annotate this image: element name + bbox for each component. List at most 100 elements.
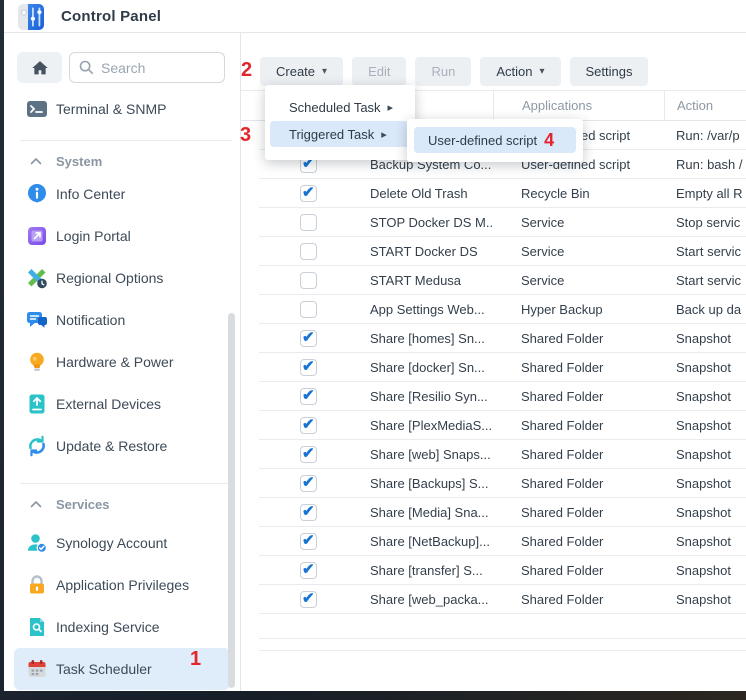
task-action: Snapshot xyxy=(664,505,746,520)
submenu-arrow-icon xyxy=(388,101,394,114)
sidebar-item-external-devices[interactable]: External Devices xyxy=(14,383,230,425)
row-checkbox[interactable] xyxy=(300,214,317,231)
table-row[interactable]: Share [PlexMediaS... Shared Folder Snaps… xyxy=(241,411,746,440)
sidebar: Terminal & SNMP System Info Center xyxy=(4,33,241,691)
menu-item-label: Scheduled Task xyxy=(289,100,381,115)
sidebar-item-notification[interactable]: Notification xyxy=(14,299,230,341)
section-header-services[interactable]: Services xyxy=(4,492,240,516)
sidebar-item-regional-options[interactable]: Regional Options xyxy=(14,257,230,299)
sidebar-item-application-privileges[interactable]: Application Privileges xyxy=(14,564,230,606)
table-row[interactable]: Share [Media] Sna... Shared Folder Snaps… xyxy=(241,498,746,527)
table-row[interactable]: Share [web] Snaps... Shared Folder Snaps… xyxy=(241,440,746,469)
task-application: Shared Folder xyxy=(493,563,664,578)
section-header-system[interactable]: System xyxy=(4,149,240,173)
window-title: Control Panel xyxy=(61,8,161,25)
sidebar-item-label: Terminal & SNMP xyxy=(56,101,166,117)
table-row[interactable]: Share [web_packa... Shared Folder Snapsh… xyxy=(241,585,746,614)
table-row[interactable]: App Settings Web... Hyper Backup Back up… xyxy=(241,295,746,324)
task-action: Back up da xyxy=(664,302,746,317)
column-header-action[interactable]: Action xyxy=(664,91,746,120)
task-name: Share [Backups] S... xyxy=(370,476,493,491)
sidebar-item-hardware-power[interactable]: Hardware & Power xyxy=(14,341,230,383)
sidebar-item-terminal-snmp[interactable]: Terminal & SNMP xyxy=(4,94,240,124)
table-row[interactable]: Share [Resilio Syn... Shared Folder Snap… xyxy=(241,382,746,411)
titlebar: Control Panel xyxy=(4,0,746,33)
action-button[interactable]: Action xyxy=(480,57,560,86)
row-checkbox[interactable] xyxy=(300,562,317,579)
row-checkbox[interactable] xyxy=(300,533,317,550)
padlock-icon xyxy=(26,574,48,596)
task-application: Hyper Backup xyxy=(493,302,664,317)
desktop-background: Control Panel xyxy=(0,0,746,700)
task-application: Shared Folder xyxy=(493,447,664,462)
task-application: Shared Folder xyxy=(493,331,664,346)
sidebar-divider xyxy=(20,140,232,141)
task-name: Share [PlexMediaS... xyxy=(370,418,493,433)
edit-button[interactable]: Edit xyxy=(352,57,406,86)
task-action: Run: /var/p xyxy=(664,128,746,143)
task-name: Share [NetBackup]... xyxy=(370,534,493,549)
sidebar-item-label: Hardware & Power xyxy=(56,354,174,370)
task-action: Snapshot xyxy=(664,476,746,491)
table-row[interactable]: STOP Docker DS M... Service Stop servic xyxy=(241,208,746,237)
task-name: App Settings Web... xyxy=(370,302,493,317)
table-row[interactable]: Share [transfer] S... Shared Folder Snap… xyxy=(241,556,746,585)
row-checkbox[interactable] xyxy=(300,243,317,260)
settings-button[interactable]: Settings xyxy=(570,57,649,86)
regional-options-icon xyxy=(26,267,48,289)
document-search-icon xyxy=(26,616,48,638)
row-checkbox[interactable] xyxy=(300,475,317,492)
sidebar-item-login-portal[interactable]: Login Portal xyxy=(14,215,230,257)
task-name: Share [transfer] S... xyxy=(370,563,493,578)
task-action: Snapshot xyxy=(664,389,746,404)
login-portal-icon xyxy=(26,225,48,247)
submenu-arrow-icon xyxy=(381,128,387,141)
task-application: Shared Folder xyxy=(493,592,664,607)
table-row[interactable]: Share [NetBackup]... Shared Folder Snaps… xyxy=(241,527,746,556)
home-button[interactable] xyxy=(17,52,62,83)
create-button[interactable]: Create xyxy=(260,57,343,86)
control-panel-window: Control Panel xyxy=(4,0,746,691)
sidebar-item-label: Notification xyxy=(56,312,125,328)
task-action: Run: bash / xyxy=(664,157,746,172)
run-button[interactable]: Run xyxy=(415,57,471,86)
sidebar-item-update-restore[interactable]: Update & Restore xyxy=(14,425,230,467)
row-checkbox[interactable] xyxy=(300,446,317,463)
task-action: Empty all R xyxy=(664,186,746,201)
table-row[interactable]: Share [Backups] S... Shared Folder Snaps… xyxy=(241,469,746,498)
row-checkbox[interactable] xyxy=(300,591,317,608)
row-checkbox[interactable] xyxy=(300,359,317,376)
row-checkbox[interactable] xyxy=(300,185,317,202)
column-header-applications[interactable]: Applications xyxy=(493,91,664,120)
table-row[interactable]: Delete Old Trash Recycle Bin Empty all R xyxy=(241,179,746,208)
table-row[interactable]: Share [homes] Sn... Shared Folder Snapsh… xyxy=(241,324,746,353)
task-application: Shared Folder xyxy=(493,418,664,433)
sidebar-item-label: Regional Options xyxy=(56,270,163,286)
row-checkbox[interactable] xyxy=(300,417,317,434)
row-checkbox[interactable] xyxy=(300,388,317,405)
annotation-step-2: 2 xyxy=(241,59,252,82)
button-label: Edit xyxy=(368,64,390,79)
sidebar-item-indexing-service[interactable]: Indexing Service xyxy=(14,606,230,648)
menu-item-user-defined-script[interactable]: User-defined script 4 xyxy=(414,127,576,153)
menu-item-label: User-defined script xyxy=(428,133,537,148)
table-row[interactable]: START Medusa Service Start servic xyxy=(241,266,746,295)
task-action: Stop servic xyxy=(664,215,746,230)
row-checkbox[interactable] xyxy=(300,330,317,347)
row-checkbox[interactable] xyxy=(300,504,317,521)
row-checkbox[interactable] xyxy=(300,272,317,289)
row-checkbox[interactable] xyxy=(300,301,317,318)
external-drive-icon xyxy=(26,393,48,415)
menu-item-scheduled-task[interactable]: Scheduled Task xyxy=(270,94,410,120)
table-row[interactable]: START Docker DS Service Start servic xyxy=(241,237,746,266)
sidebar-item-synology-account[interactable]: Synology Account xyxy=(14,522,230,564)
calendar-icon xyxy=(26,658,48,680)
task-action: Snapshot xyxy=(664,534,746,549)
button-label: Settings xyxy=(586,64,633,79)
table-row[interactable]: Share [docker] Sn... Shared Folder Snaps… xyxy=(241,353,746,382)
sidebar-item-label: Application Privileges xyxy=(56,577,189,593)
menu-item-triggered-task[interactable]: Triggered Task xyxy=(270,121,410,147)
sidebar-scrollbar[interactable] xyxy=(228,313,235,688)
sidebar-item-label: Synology Account xyxy=(56,535,167,551)
sidebar-item-info-center[interactable]: Info Center xyxy=(14,173,230,215)
